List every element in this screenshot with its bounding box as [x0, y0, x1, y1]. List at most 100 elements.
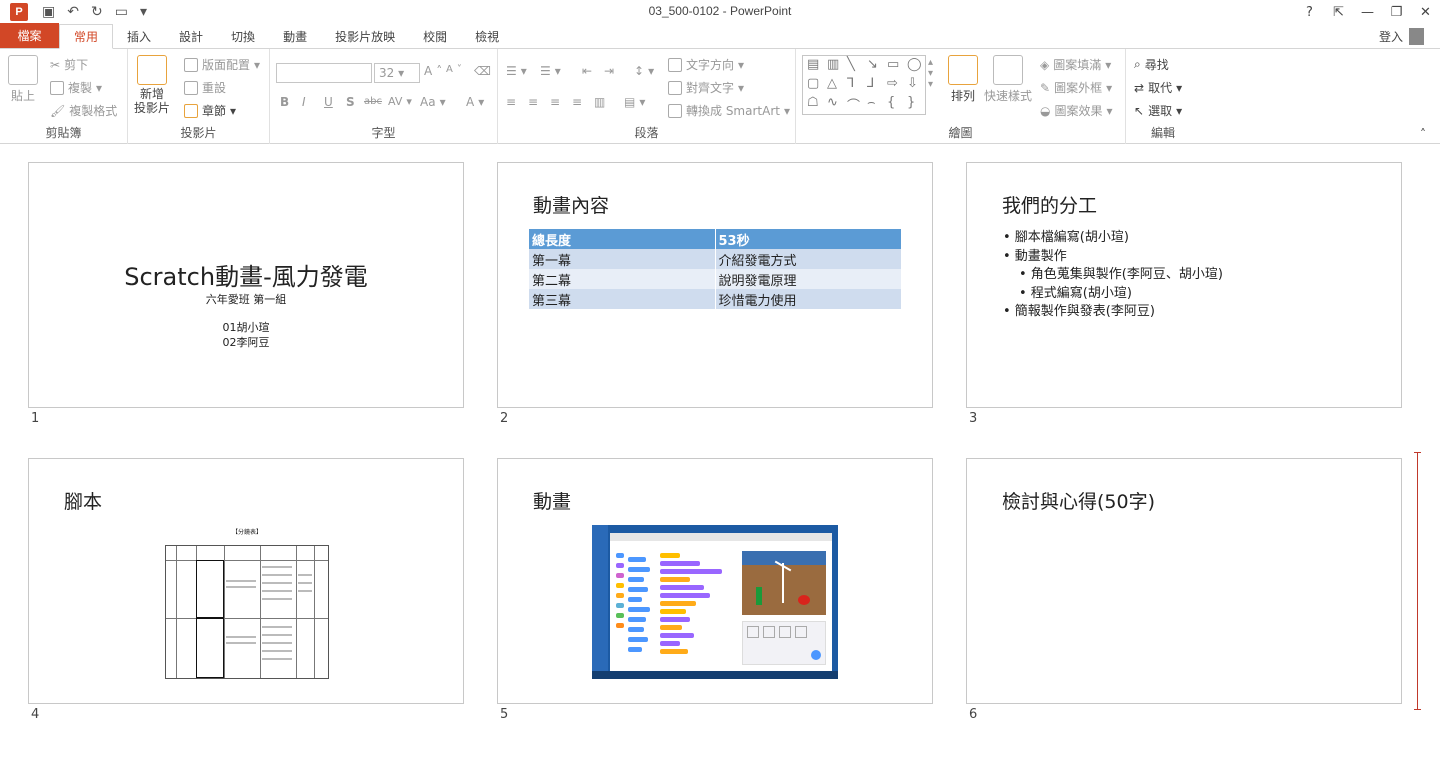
bold-button[interactable]: B	[280, 95, 289, 109]
down-arrow-shape-icon[interactable]: ⇩	[907, 76, 918, 91]
quick-styles-button[interactable]: 快速樣式	[984, 55, 1032, 104]
change-case-button[interactable]: Aa ▾	[420, 95, 446, 109]
decrease-indent-icon[interactable]: ⇤	[582, 64, 592, 78]
textbox-shape-icon[interactable]: ▤	[807, 57, 819, 72]
oval-shape-icon[interactable]: ◯	[907, 57, 922, 72]
font-color-button[interactable]: A ▾	[466, 95, 484, 109]
minimize-button[interactable]: —	[1353, 0, 1382, 24]
scroll-up-icon[interactable]: ▴	[928, 57, 933, 68]
tab-file[interactable]: 檔案	[0, 23, 59, 48]
undo-icon[interactable]: ↶	[67, 4, 79, 20]
tab-animations[interactable]: 動畫	[269, 24, 321, 48]
right-brace-shape-icon[interactable]: }	[907, 95, 915, 110]
more-shapes-icon[interactable]: ▾	[928, 79, 933, 90]
right-arrow-shape-icon[interactable]: ⇨	[887, 76, 898, 91]
font-size-combo[interactable]: 32 ▾	[374, 63, 420, 83]
elbow-connector-shape-icon[interactable]: ⅂	[847, 76, 854, 91]
tab-transitions[interactable]: 切換	[217, 24, 269, 48]
format-painter-button[interactable]: 🖌 複製格式	[50, 102, 117, 119]
rectangle-shape-icon[interactable]: ▭	[887, 57, 899, 72]
clear-formatting-icon[interactable]: ⌫	[474, 64, 491, 78]
clipboard-group-label: 剪貼簿	[45, 126, 82, 140]
save-icon[interactable]: ▣	[42, 4, 55, 20]
arrow-line-shape-icon[interactable]: ↘	[867, 57, 878, 72]
arc-shape-icon[interactable]: ⌒	[847, 95, 860, 114]
layout-button[interactable]: 版面配置 ▾	[184, 56, 260, 73]
font-group: 32 ▾ A ˄ A ˅ ⌫ B I U S abc AV ▾ Aa ▾ A ▾ 字型	[270, 49, 498, 144]
window-title: 03_500-0102 - PowerPoint	[648, 4, 792, 18]
rounded-rect-shape-icon[interactable]: ▢	[807, 76, 819, 91]
tab-view[interactable]: 檢視	[461, 24, 513, 48]
cut-button[interactable]: ✂ 剪下	[50, 56, 88, 73]
start-slideshow-icon[interactable]: ▭	[115, 4, 128, 20]
collapse-ribbon-icon[interactable]: ˄	[1420, 127, 1426, 141]
triangle-shape-icon[interactable]: △	[827, 76, 837, 91]
slide-thumbnail-4[interactable]: 腳本 【分鏡表】	[28, 458, 464, 704]
grow-font-button[interactable]: A ˄	[424, 64, 442, 78]
tab-review[interactable]: 校閱	[409, 24, 461, 48]
vertical-textbox-shape-icon[interactable]: ▥	[827, 57, 839, 72]
ribbon-display-options-button[interactable]: ⇱	[1324, 0, 1353, 24]
shape-fill-button[interactable]: ◈ 圖案填滿 ▾	[1040, 56, 1111, 73]
shrink-font-button[interactable]: A ˅	[446, 64, 462, 75]
section-button[interactable]: 章節 ▾	[184, 102, 236, 119]
new-slide-button[interactable]: 新增 投影片	[134, 55, 170, 115]
underline-button[interactable]: U	[324, 95, 333, 109]
reset-button[interactable]: 重設	[184, 79, 226, 96]
shape-effects-button[interactable]: ◒ 圖案效果 ▾	[1040, 102, 1113, 119]
sign-in[interactable]: 登入	[1379, 28, 1424, 45]
slide-thumbnail-2[interactable]: 動畫內容 總長度 53秒 第一幕 介紹發電方式 第二幕 說明發電原理 第三幕 珍惜電力使…	[497, 162, 933, 408]
powerpoint-app-icon[interactable]: P	[10, 3, 28, 21]
line-shape-icon[interactable]: ╲	[847, 57, 855, 72]
find-button[interactable]: ⌕ 尋找	[1134, 56, 1169, 73]
italic-button[interactable]: I	[302, 95, 306, 109]
shapes-scroll[interactable]: ▴ ▾ ▾	[928, 57, 933, 90]
name-line: 02李阿豆	[222, 336, 270, 349]
convert-smartart-button[interactable]: 轉換成 SmartArt ▾	[668, 102, 790, 119]
help-button[interactable]: ?	[1295, 0, 1324, 24]
text-direction-button[interactable]: 文字方向 ▾	[668, 56, 744, 73]
strikethrough-button[interactable]: abc	[364, 96, 382, 107]
distributed-icon[interactable]: ▥	[594, 95, 605, 109]
customize-qat-icon[interactable]: ▾	[140, 4, 147, 20]
character-spacing-button[interactable]: AV ▾	[388, 95, 412, 108]
restore-button[interactable]: ❐	[1382, 0, 1411, 24]
scroll-down-icon[interactable]: ▾	[928, 68, 933, 79]
align-right-icon[interactable]: ≡	[550, 95, 560, 109]
freeform-shape-icon[interactable]: ☖	[807, 95, 819, 110]
align-left-icon[interactable]: ≡	[506, 95, 516, 109]
table-cell: 53秒	[714, 229, 901, 249]
left-brace-shape-icon[interactable]: {	[887, 95, 895, 110]
replace-button[interactable]: ⇄ 取代 ▾	[1134, 79, 1182, 96]
tab-design[interactable]: 設計	[165, 24, 217, 48]
elbow-arrow-shape-icon[interactable]: ⅃	[867, 76, 874, 91]
numbering-button[interactable]: ☰ ▾	[540, 64, 561, 78]
columns-button[interactable]: ▤ ▾	[624, 95, 645, 109]
shadow-button[interactable]: S	[346, 95, 355, 109]
slide-thumbnail-1[interactable]: Scratch動畫-風力發電 六年愛班 第一組 01胡小瑄 02李阿豆	[28, 162, 464, 408]
ribbon-tabs: 檔案 常用 插入 設計 切換 動畫 投影片放映 校閱 檢視 登入	[0, 23, 1440, 49]
shape-outline-button[interactable]: ✎ 圖案外框 ▾	[1040, 79, 1112, 96]
tab-insert[interactable]: 插入	[113, 24, 165, 48]
arrange-button[interactable]: 排列	[948, 55, 978, 104]
tab-home[interactable]: 常用	[59, 24, 114, 49]
font-name-combo[interactable]	[276, 63, 372, 83]
copy-button[interactable]: 複製 ▾	[50, 79, 102, 96]
increase-indent-icon[interactable]: ⇥	[604, 64, 614, 78]
select-button[interactable]: ↖ 選取 ▾	[1134, 102, 1182, 119]
tab-slideshow[interactable]: 投影片放映	[321, 24, 409, 48]
line-spacing-button[interactable]: ↕ ▾	[634, 64, 654, 78]
redo-icon[interactable]: ↻	[91, 4, 103, 20]
justify-icon[interactable]: ≡	[572, 95, 582, 109]
curve-shape-icon[interactable]: ⌢	[867, 95, 876, 110]
align-center-icon[interactable]: ≡	[528, 95, 538, 109]
bullets-button[interactable]: ☰ ▾	[506, 64, 527, 78]
shapes-gallery[interactable]: ▤ ▥ ╲ ↘ ▭ ◯ ▢ △ ⅂ ⅃ ⇨ ⇩ ☖ ∿ ⌒ ⌢ { }	[802, 55, 926, 115]
close-button[interactable]: ✕	[1411, 0, 1440, 24]
slide-thumbnail-5[interactable]: 動畫	[497, 458, 933, 704]
scribble-shape-icon[interactable]: ∿	[827, 95, 838, 110]
slide-thumbnail-6[interactable]: 檢討與心得(50字)	[966, 458, 1402, 704]
align-text-button[interactable]: 對齊文字 ▾	[668, 79, 744, 96]
slide-thumbnail-3[interactable]: 我們的分工 • 腳本檔編寫(胡小瑄) • 動畫製作 • 角色蒐集與製作(李阿豆、…	[966, 162, 1402, 408]
paste-button[interactable]: 貼上	[8, 55, 38, 104]
